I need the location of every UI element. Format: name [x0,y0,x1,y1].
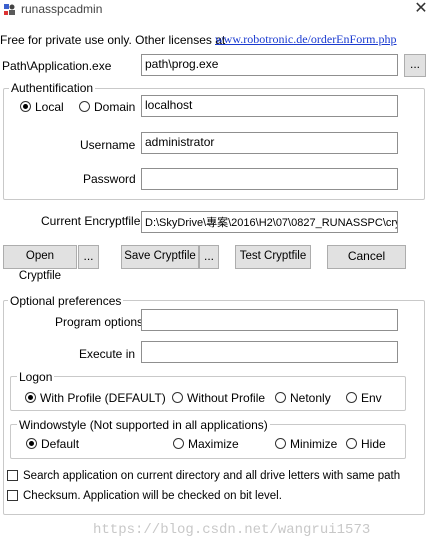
username-label: Username [80,138,136,152]
open-cryptfile-dots-button[interactable]: ... [78,245,99,269]
watermark: https://blog.csdn.net/wangrui1573 [93,522,371,538]
local-radio[interactable] [20,101,31,112]
license-text: Free for private use only. Other license… [0,33,226,47]
search-application-checkbox[interactable] [7,470,18,481]
execute-in-input[interactable] [141,341,398,363]
logon-env-label: Env [361,391,382,405]
password-label: Password [83,172,136,186]
cancel-button[interactable]: Cancel [327,245,406,269]
logon-with-profile-label: With Profile (DEFAULT) [40,391,166,405]
windowstyle-default-label: Default [41,437,80,451]
auth-legend: Authentification [9,81,96,95]
logon-legend: Logon [17,370,55,384]
cryptfile-input[interactable]: D:\SkyDrive\專案\2016\H2\07\0827_RUNASSPC\… [141,211,398,233]
windowstyle-legend: Windowstyle (Not supported in all applic… [17,418,270,432]
save-cryptfile-button[interactable]: Save Cryptfile [121,245,199,269]
optional-legend: Optional preferences [8,294,124,308]
domain-label: Domain [94,100,136,114]
app-icon [4,4,15,15]
logon-netonly-label: Netonly [290,391,331,405]
license-link[interactable]: www.robotronic.de/orderEnForm.php [215,32,397,47]
logon-netonly-radio[interactable] [275,392,286,403]
save-cryptfile-dots-button[interactable]: ... [199,245,219,269]
program-options-input[interactable] [141,309,398,331]
domain-input[interactable]: localhost [141,95,398,117]
windowstyle-maximize-radio[interactable] [173,438,184,449]
path-input[interactable]: path\prog.exe [141,54,398,76]
windowstyle-maximize-label: Maximize [188,437,239,451]
window-title: runasspcadmin [21,2,103,16]
windowstyle-default-radio[interactable] [26,438,37,449]
test-cryptfile-button[interactable]: Test Cryptfile [235,245,311,269]
checksum-checkbox[interactable] [7,490,18,501]
logon-with-profile-radio[interactable] [25,392,36,403]
domain-radio[interactable] [79,101,90,112]
logon-env-radio[interactable] [346,392,357,403]
windowstyle-hide-radio[interactable] [346,438,357,449]
path-label: Path\Application.exe [2,59,112,73]
windowstyle-hide-label: Hide [361,437,386,451]
windowstyle-minimize-radio[interactable] [275,438,286,449]
open-cryptfile-button[interactable]: Open Cryptfile [3,245,77,282]
program-options-label: Program options [55,315,144,329]
windowstyle-minimize-label: Minimize [290,437,338,451]
logon-without-profile-label: Without Profile [187,391,266,405]
search-application-label: Search application on current directory … [23,470,401,482]
path-browse-button[interactable]: ... [404,54,426,77]
password-input[interactable] [141,168,398,190]
local-label: Local [35,100,64,114]
execute-in-label: Execute in [79,347,136,361]
close-icon[interactable]: ✕ [412,0,430,18]
checksum-label: Checksum. Application will be checked on… [23,490,282,502]
username-input[interactable]: administrator [141,132,398,154]
logon-without-profile-radio[interactable] [172,392,183,403]
cryptfile-label: Current Encryptfile [41,214,141,228]
